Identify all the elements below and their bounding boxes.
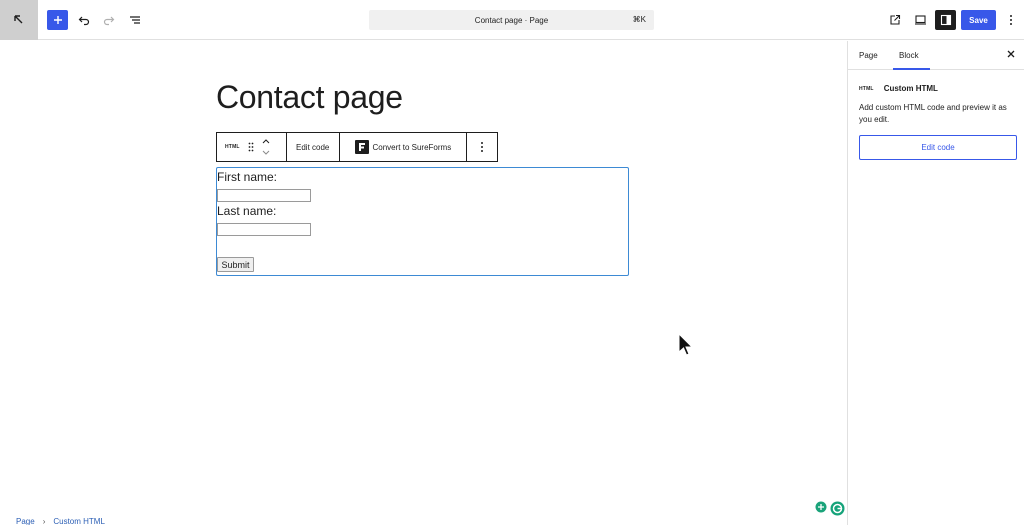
block-card-title: Custom HTML	[883, 84, 938, 93]
last-name-input[interactable]	[217, 223, 311, 236]
desktop-preview-icon	[914, 15, 926, 25]
move-up-icon[interactable]	[262, 139, 270, 144]
more-vertical-icon	[1010, 15, 1012, 25]
undo-icon	[78, 16, 90, 26]
list-view-icon	[130, 16, 140, 24]
custom-html-block[interactable]: First name: Last name: Submit	[216, 167, 629, 276]
block-type-button[interactable]: HTML	[225, 144, 240, 150]
view-page-button[interactable]	[885, 10, 905, 30]
settings-toggle-button[interactable]	[935, 10, 956, 30]
submit-button[interactable]: Submit	[217, 257, 254, 272]
block-card-header: HTML Custom HTML	[859, 84, 938, 93]
redo-icon	[103, 16, 115, 26]
tab-block[interactable]: Block	[899, 51, 919, 60]
breadcrumb-separator: ›	[42, 517, 46, 525]
edit-code-button[interactable]: Edit code	[859, 135, 1017, 160]
sureforms-icon	[354, 140, 369, 154]
breadcrumb-item-page[interactable]: Page	[16, 517, 35, 525]
external-link-icon	[890, 14, 901, 25]
block-switcher-group: HTML	[217, 133, 287, 161]
drag-handle-icon[interactable]	[248, 142, 254, 152]
breadcrumb: Page › Custom HTML	[16, 517, 105, 525]
tab-page[interactable]: Page	[859, 51, 878, 60]
breadcrumb-item-custom-html[interactable]: Custom HTML	[53, 517, 105, 525]
convert-label: Convert to SureForms	[372, 142, 452, 152]
add-circle-icon[interactable]	[815, 501, 827, 513]
grammarly-icon[interactable]	[830, 501, 845, 516]
device-preview-button[interactable]	[910, 10, 930, 30]
block-icon: HTML	[859, 85, 874, 92]
block-inserter-button[interactable]	[47, 10, 68, 30]
first-name-input[interactable]	[217, 189, 311, 202]
more-vertical-icon	[481, 142, 484, 152]
move-down-icon[interactable]	[262, 150, 270, 155]
first-name-label: First name:	[217, 170, 278, 184]
block-toolbar: HTML Edit code Convert to SureForms	[216, 132, 498, 162]
plus-icon	[53, 16, 62, 24]
block-options-button[interactable]	[467, 133, 497, 161]
convert-to-sureforms-button[interactable]: Convert to SureForms	[340, 133, 468, 161]
keyboard-shortcut: ⌘K	[632, 15, 646, 24]
mouse-pointer-icon	[678, 333, 694, 356]
edit-code-toolbar-button[interactable]: Edit code	[287, 133, 340, 161]
block-card-description: Add custom HTML code and preview it as y…	[859, 103, 1007, 124]
redo-button[interactable]	[99, 10, 119, 30]
editor-header: Contact page · Page ⌘K Save	[0, 0, 1024, 40]
active-tab-indicator	[893, 68, 930, 70]
block-movers	[262, 139, 270, 155]
command-palette-button[interactable]: Contact page · Page ⌘K	[369, 10, 654, 30]
wordpress-back-icon	[14, 15, 23, 24]
close-icon	[1007, 50, 1015, 58]
sidebar-tabs: Page Block	[848, 41, 1024, 70]
settings-sidebar-icon	[940, 14, 951, 26]
document-title: Contact page · Page	[474, 15, 549, 25]
back-to-dashboard-button[interactable]	[0, 0, 38, 40]
document-overview-button[interactable]	[125, 10, 145, 30]
settings-sidebar: Page Block HTML Custom HTML Add custom H…	[847, 41, 1024, 525]
options-menu-button[interactable]	[1001, 10, 1021, 30]
save-button[interactable]: Save	[961, 10, 996, 30]
page-title[interactable]: Contact page	[216, 79, 403, 116]
last-name-label: Last name:	[217, 204, 277, 218]
editor-canvas: Contact page HTML Edit code Convert to S…	[0, 41, 847, 525]
close-sidebar-button[interactable]	[1007, 50, 1015, 61]
floating-extension-icons	[815, 501, 845, 516]
undo-button[interactable]	[74, 10, 94, 30]
